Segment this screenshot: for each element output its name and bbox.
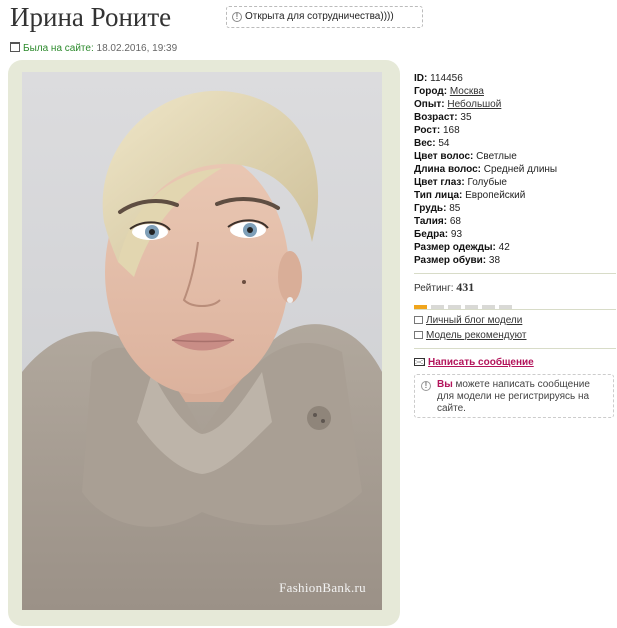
detail-row: Грудь: 85 — [414, 202, 614, 215]
recommended-link[interactable]: Модель рекомендуют — [426, 330, 527, 341]
detail-row: Размер обуви: 38 — [414, 254, 614, 267]
detail-label: Цвет глаз: — [414, 177, 465, 188]
rating: Рейтинг: 431 — [414, 280, 474, 295]
detail-label: Грудь: — [414, 203, 447, 214]
detail-value-link[interactable]: Небольшой — [447, 99, 501, 110]
last-seen: Была на сайте: 18.02.2016, 19:39 — [10, 42, 177, 54]
detail-row: Длина волос: Средней длины — [414, 163, 614, 176]
detail-row: Талия: 68 — [414, 215, 614, 228]
calendar-icon — [10, 42, 20, 52]
notice-text: можете написать сообщение для модели не … — [437, 379, 590, 414]
detail-label: Длина волос: — [414, 164, 481, 175]
detail-row: Цвет волос: Светлые — [414, 150, 614, 163]
detail-row: ID: 114456 — [414, 72, 614, 85]
divider — [414, 273, 616, 274]
blog-link-row: Личный блог модели — [414, 315, 522, 326]
detail-label: Город: — [414, 86, 448, 97]
rating-label: Рейтинг: — [414, 283, 454, 294]
detail-label: Возраст: — [414, 112, 458, 123]
detail-label: Опыт: — [414, 99, 445, 110]
blog-link[interactable]: Личный блог модели — [426, 315, 522, 326]
detail-label: Цвет волос: — [414, 151, 474, 162]
blog-icon — [414, 316, 423, 324]
detail-label: Размер обуви: — [414, 255, 487, 266]
exclamation-icon: ! — [421, 381, 431, 391]
last-seen-label: Была на сайте: — [23, 43, 94, 54]
status-badge: ! Открыта для сотрудничества)))) — [226, 6, 423, 28]
detail-value: Голубые — [467, 177, 507, 188]
detail-value: 35 — [460, 112, 472, 123]
detail-value: 54 — [438, 138, 450, 149]
detail-row: Возраст: 35 — [414, 111, 614, 124]
detail-row: Опыт: Небольшой — [414, 98, 614, 111]
detail-value: 68 — [449, 216, 461, 227]
detail-label: Размер одежды: — [414, 242, 496, 253]
status-badge-text: Открыта для сотрудничества)))) — [245, 11, 394, 22]
detail-value: Средней длины — [483, 164, 558, 175]
detail-row: Рост: 168 — [414, 124, 614, 137]
detail-label: Вес: — [414, 138, 436, 149]
write-message-link[interactable]: Написать сообщение — [428, 357, 534, 368]
detail-row: Цвет глаз: Голубые — [414, 176, 614, 189]
profile-details: ID: 114456 Город: Москва Опыт: Небольшой Во… — [414, 72, 614, 267]
detail-row: Бедра: 93 — [414, 228, 614, 241]
photo-watermark: FashionBank.ru — [279, 580, 366, 595]
page-title: Ирина Роните — [10, 2, 172, 32]
detail-label: Талия: — [414, 216, 448, 227]
exclamation-icon: ! — [232, 12, 242, 22]
detail-value: 93 — [450, 229, 463, 240]
rating-bar — [414, 297, 516, 310]
last-seen-value: 18.02.2016, 19:39 — [96, 43, 178, 54]
detail-label: ID: — [414, 73, 428, 84]
recommended-link-row: Модель рекомендуют — [414, 330, 527, 341]
detail-value: 168 — [442, 125, 460, 136]
detail-value: Европейский — [465, 190, 526, 201]
message-notice: ! Вы можете написать сообщение для модел… — [414, 374, 614, 418]
detail-value: 114456 — [430, 73, 463, 84]
detail-value: 85 — [449, 203, 461, 214]
detail-row: Размер одежды: 42 — [414, 241, 614, 254]
notice-highlight: Вы — [437, 379, 453, 390]
detail-value: Светлые — [476, 151, 517, 162]
profile-photo[interactable]: FashionBank.ru — [22, 72, 382, 610]
detail-value: 38 — [488, 255, 501, 266]
detail-row: Вес: 54 — [414, 137, 614, 150]
portrait-illustration — [22, 90, 382, 610]
recommend-icon — [414, 331, 423, 339]
detail-row: Город: Москва — [414, 85, 614, 98]
rating-value: 431 — [456, 280, 475, 294]
divider — [414, 309, 616, 310]
envelope-icon — [414, 358, 425, 366]
write-message-row: Написать сообщение — [414, 357, 534, 368]
detail-label: Бедра: — [414, 229, 449, 240]
detail-row: Тип лица: Европейский — [414, 189, 614, 202]
detail-label: Рост: — [414, 125, 441, 136]
detail-label: Тип лица: — [414, 190, 463, 201]
divider — [414, 348, 616, 349]
detail-value: 42 — [498, 242, 510, 253]
detail-value-link[interactable]: Москва — [450, 86, 484, 97]
